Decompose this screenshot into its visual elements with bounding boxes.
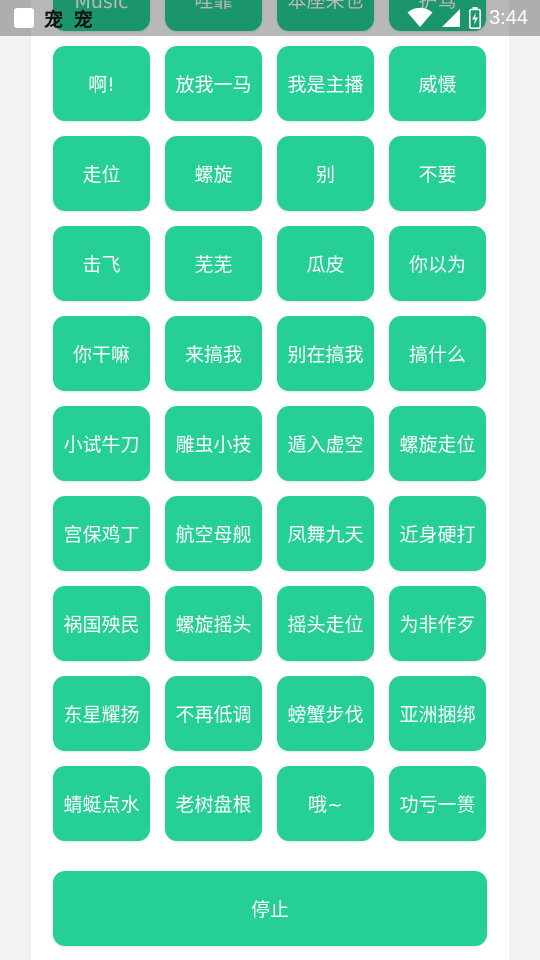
sound-button[interactable]: 威慑 — [389, 46, 486, 121]
sound-button[interactable]: 雕虫小技 — [165, 406, 262, 481]
sound-button[interactable]: 啊! — [53, 46, 150, 121]
sound-button[interactable]: 我是主播 — [277, 46, 374, 121]
status-bar-right: 3:44 — [407, 7, 528, 30]
status-time: 3:44 — [489, 6, 528, 29]
sound-button[interactable]: 遁入虚空 — [277, 406, 374, 481]
sound-button[interactable]: 摇头走位 — [277, 586, 374, 661]
sound-button[interactable]: 螃蟹步伐 — [277, 676, 374, 751]
sound-button[interactable]: 芜芜 — [165, 226, 262, 301]
sound-button[interactable]: 放我一马 — [165, 46, 262, 121]
sound-button[interactable]: 老树盘根 — [165, 766, 262, 841]
sound-button[interactable]: 击飞 — [53, 226, 150, 301]
sound-button[interactable]: 螺旋走位 — [389, 406, 486, 481]
stop-button[interactable]: 停止 — [53, 871, 487, 946]
sound-button[interactable]: 你干嘛 — [53, 316, 150, 391]
app-notification-icon — [14, 8, 34, 28]
status-bar-left: 宠 宠 — [14, 5, 407, 32]
sound-button[interactable]: 哦~ — [277, 766, 374, 841]
sound-button[interactable]: 亚洲捆绑 — [389, 676, 486, 751]
sound-button[interactable]: 为非作歹 — [389, 586, 486, 661]
signal-icon — [441, 8, 461, 28]
sound-button[interactable]: 别 — [277, 136, 374, 211]
battery-icon — [469, 7, 482, 29]
sound-button[interactable]: 凤舞九天 — [277, 496, 374, 571]
sound-button[interactable]: 宫保鸡丁 — [53, 496, 150, 571]
sound-button[interactable]: 东星耀扬 — [53, 676, 150, 751]
wifi-icon — [407, 8, 433, 28]
sound-button[interactable]: 来搞我 — [165, 316, 262, 391]
sound-button[interactable]: 瓜皮 — [277, 226, 374, 301]
sound-button[interactable]: 祸国殃民 — [53, 586, 150, 661]
sound-button[interactable]: 搞什么 — [389, 316, 486, 391]
sound-button-grid: Music 哇靠 本座来也 护驾 啊! 放我一马 我是主播 威慑 走位 螺旋 别… — [53, 0, 488, 841]
sound-button[interactable]: 功亏一篑 — [389, 766, 486, 841]
notification-glyphs: 宠 宠 — [44, 8, 95, 31]
sound-button[interactable]: 蜻蜓点水 — [53, 766, 150, 841]
status-bar: 宠 宠 3:44 — [0, 0, 540, 36]
sound-button[interactable]: 别在搞我 — [277, 316, 374, 391]
sound-button[interactable]: 螺旋 — [165, 136, 262, 211]
sound-button[interactable]: 螺旋摇头 — [165, 586, 262, 661]
sound-button[interactable]: 走位 — [53, 136, 150, 211]
sound-button[interactable]: 小试牛刀 — [53, 406, 150, 481]
sound-button[interactable]: 航空母舰 — [165, 496, 262, 571]
sound-button[interactable]: 不要 — [389, 136, 486, 211]
sound-button[interactable]: 近身硬打 — [389, 496, 486, 571]
sound-button[interactable]: 不再低调 — [165, 676, 262, 751]
sound-button[interactable]: 你以为 — [389, 226, 486, 301]
